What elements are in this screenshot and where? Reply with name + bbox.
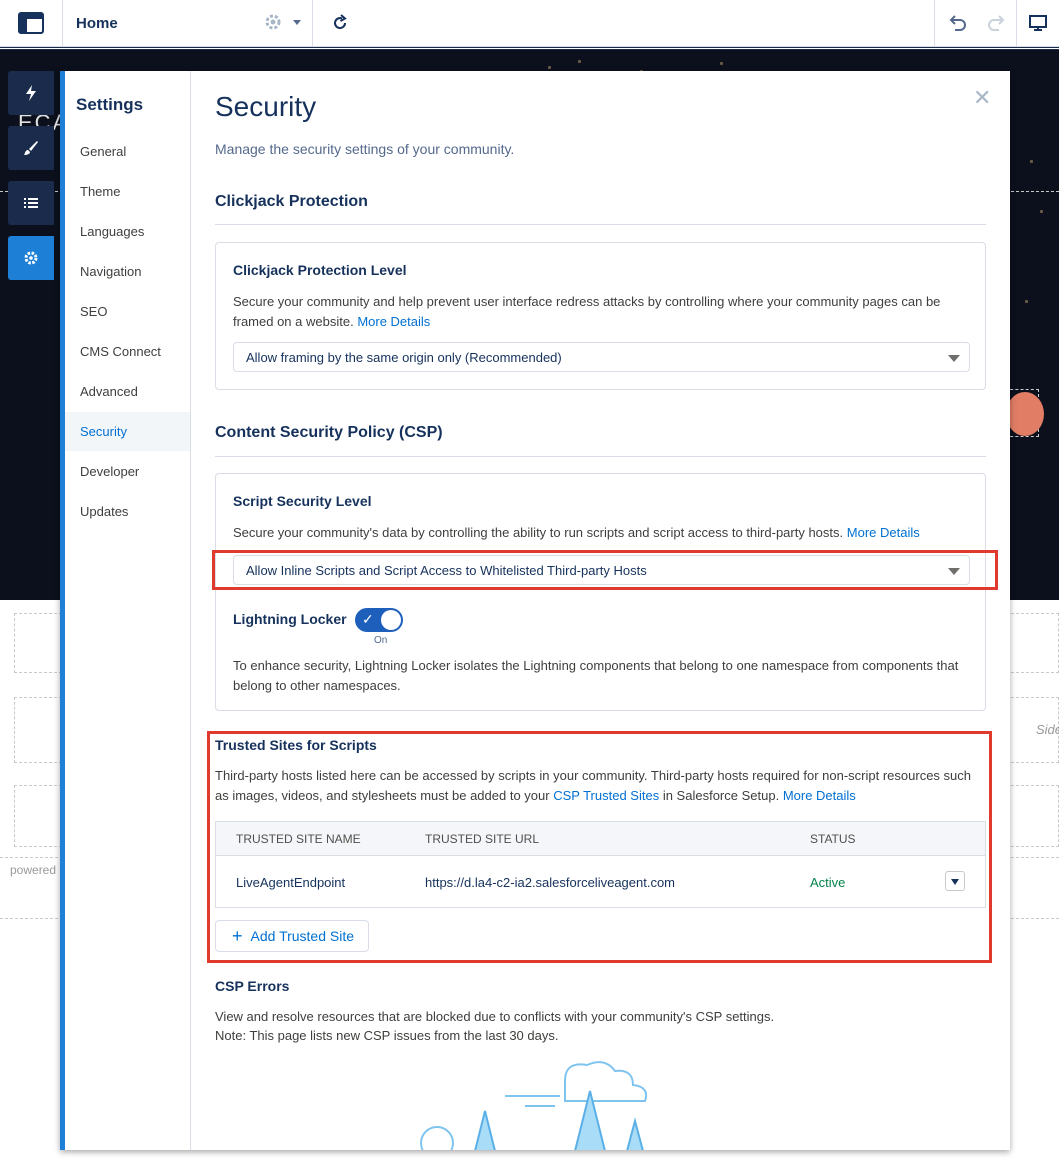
- trusted-sites-highlight: [207, 731, 992, 963]
- redo-button[interactable]: [978, 0, 1016, 46]
- canvas-speck: [720, 62, 723, 65]
- rail-theme-button[interactable]: [8, 126, 54, 170]
- lightning-locker-label: Lightning Locker: [233, 611, 347, 627]
- clickjack-section-title: Clickjack Protection: [215, 193, 368, 210]
- settings-nav: Settings General Theme Languages Navigat…: [65, 71, 191, 1150]
- canvas-speck: [1040, 210, 1043, 213]
- chat-bubble-icon: [1006, 392, 1044, 436]
- canvas-speck: [1030, 160, 1033, 163]
- rail-settings-button[interactable]: [8, 236, 54, 280]
- clickjack-level-select[interactable]: Allow framing by the same origin only (R…: [233, 342, 970, 372]
- empty-state-illustration: [420, 1061, 648, 1150]
- nav-item-developer[interactable]: Developer: [65, 452, 190, 491]
- script-security-more-details-link[interactable]: More Details: [847, 525, 920, 540]
- page-subtitle: Manage the security settings of your com…: [215, 141, 515, 157]
- settings-panel: Settings General Theme Languages Navigat…: [60, 71, 1010, 1150]
- page-structure-toggle[interactable]: [0, 0, 63, 46]
- nav-item-navigation[interactable]: Navigation: [65, 252, 190, 291]
- undo-icon: [949, 15, 966, 31]
- lightning-locker-toggle[interactable]: ✓: [355, 608, 403, 632]
- builder-toolbar: Home: [0, 0, 1059, 47]
- settings-heading: Settings: [76, 95, 144, 114]
- clickjack-description-text: Secure your community and help prevent u…: [233, 294, 941, 329]
- desktop-preview-icon: [1029, 15, 1047, 31]
- nav-item-cms-connect[interactable]: CMS Connect: [65, 332, 190, 371]
- toggle-knob: [381, 610, 401, 630]
- clickjack-description: Secure your community and help prevent u…: [233, 292, 973, 331]
- csp-errors-line1: View and resolve resources that are bloc…: [215, 1009, 775, 1024]
- gear-icon: [24, 251, 38, 265]
- nav-item-theme[interactable]: Theme: [65, 172, 190, 211]
- lightning-bolt-icon: [26, 85, 36, 101]
- undo-button[interactable]: [934, 0, 978, 46]
- csp-errors-line2: Note: This page lists new CSP issues fro…: [215, 1028, 559, 1043]
- csp-errors-title: CSP Errors: [215, 978, 290, 994]
- csp-card: Script Security Level Secure your commun…: [215, 473, 986, 711]
- dropdown-arrow-icon: [948, 355, 960, 362]
- script-security-highlight: [212, 550, 998, 590]
- nav-item-languages[interactable]: Languages: [65, 212, 190, 251]
- page-name: Home: [76, 14, 118, 32]
- clickjack-card-title: Clickjack Protection Level: [233, 262, 407, 278]
- refresh-button[interactable]: [325, 0, 355, 46]
- csp-section-title: Content Security Policy (CSP): [215, 424, 443, 441]
- clickjack-card: Clickjack Protection Level Secure your c…: [215, 242, 986, 390]
- canvas-chat-component[interactable]: [1005, 389, 1044, 437]
- refresh-icon: [334, 14, 347, 30]
- canvas-speck: [578, 60, 581, 63]
- clickjack-more-details-link[interactable]: More Details: [357, 314, 430, 329]
- script-security-title: Script Security Level: [233, 493, 372, 509]
- script-security-description-text: Secure your community's data by controll…: [233, 525, 844, 540]
- canvas-speck: [548, 66, 551, 69]
- page-settings-gear-icon[interactable]: [263, 12, 283, 32]
- paintbrush-icon: [24, 141, 38, 155]
- settings-content: ✕ Security Manage the security settings …: [207, 71, 1010, 1150]
- lightning-locker-state: On: [374, 635, 388, 646]
- redo-icon: [988, 15, 1005, 31]
- nav-item-seo[interactable]: SEO: [65, 292, 190, 331]
- lightning-locker-description: To enhance security, Lightning Locker is…: [233, 658, 959, 693]
- layout-panel-icon: [18, 12, 44, 34]
- page-menu-chevron-down-icon[interactable]: [293, 20, 301, 25]
- list-icon: [24, 198, 38, 208]
- preview-button[interactable]: [1016, 0, 1059, 46]
- script-security-description: Secure your community's data by controll…: [233, 523, 973, 543]
- nav-item-general[interactable]: General: [65, 132, 190, 171]
- close-icon[interactable]: ✕: [973, 85, 991, 111]
- nav-item-updates[interactable]: Updates: [65, 492, 190, 531]
- rail-page-structure-button[interactable]: [8, 181, 54, 225]
- nav-item-advanced[interactable]: Advanced: [65, 372, 190, 411]
- section-divider: [215, 456, 986, 457]
- section-divider: [215, 224, 986, 225]
- canvas-powered-text: powered: [10, 863, 57, 877]
- clickjack-selected-option: Allow framing by the same origin only (R…: [246, 349, 562, 365]
- nav-item-security[interactable]: Security: [65, 412, 190, 451]
- page-selector[interactable]: Home: [63, 0, 313, 46]
- page-title: Security: [215, 91, 317, 122]
- canvas-side-label: Side: [1036, 722, 1059, 737]
- rail-components-button[interactable]: [8, 71, 54, 115]
- canvas-speck: [1025, 300, 1028, 303]
- checkmark-icon: ✓: [362, 611, 374, 627]
